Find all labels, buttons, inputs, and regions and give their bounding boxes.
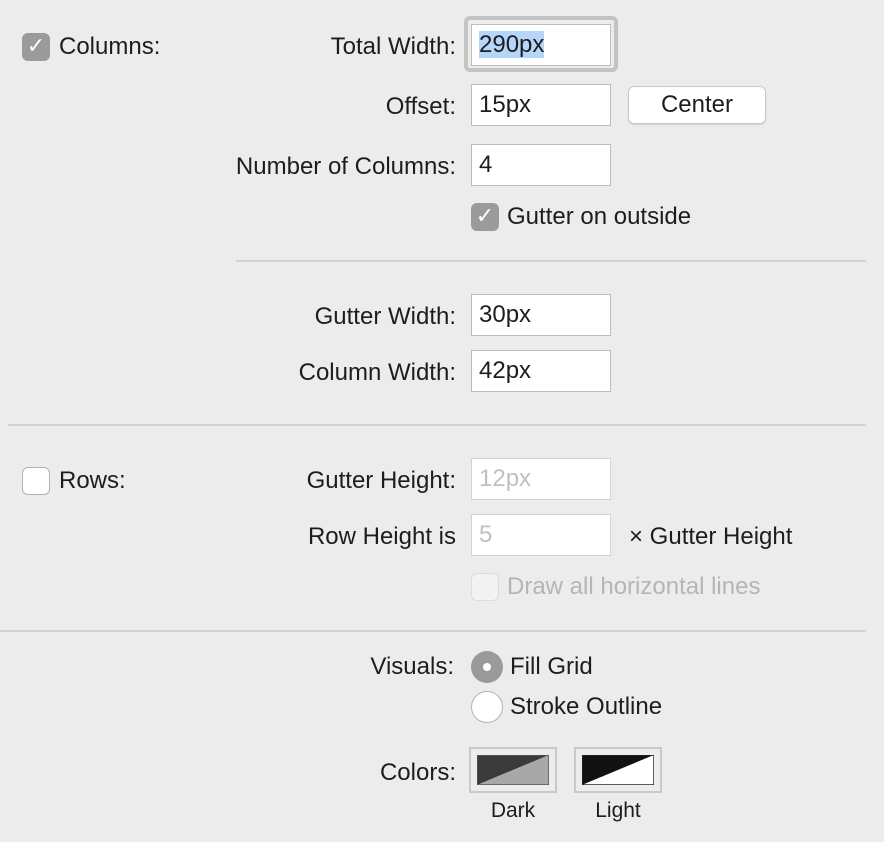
number-of-columns-label: Number of Columns:: [235, 153, 456, 180]
columns-checkbox[interactable]: ✓: [22, 33, 50, 61]
center-button[interactable]: Center: [628, 86, 766, 124]
dark-swatch-graphic: [477, 755, 549, 785]
dark-swatch-caption: Dark: [490, 799, 536, 822]
light-swatch-graphic: [582, 755, 654, 785]
column-width-field[interactable]: 42px: [471, 350, 611, 392]
light-color-swatch[interactable]: [574, 747, 662, 793]
row-height-field[interactable]: 5: [471, 514, 611, 556]
draw-horizontal-lines-checkbox[interactable]: [471, 573, 499, 601]
gutter-width-field[interactable]: 30px: [471, 294, 611, 336]
column-width-label: Column Width:: [298, 359, 456, 386]
offset-label: Offset:: [385, 93, 456, 120]
columns-rows-separator: [8, 424, 866, 426]
gutter-outside-label: Gutter on outside: [507, 203, 692, 230]
rows-visuals-separator: [0, 630, 866, 632]
draw-horizontal-lines-label: Draw all horizontal lines: [507, 573, 761, 600]
rows-label: Rows:: [59, 467, 126, 494]
fill-grid-radio[interactable]: [471, 651, 503, 683]
total-width-field[interactable]: 290px: [471, 24, 611, 66]
light-swatch-caption: Light: [595, 799, 641, 822]
gutter-height-field[interactable]: 12px: [471, 458, 611, 500]
offset-field[interactable]: 15px: [471, 84, 611, 126]
total-width-selected-text: 290px: [479, 31, 545, 58]
columns-label: Columns:: [59, 33, 161, 60]
row-height-suffix: × Gutter Height: [629, 523, 793, 550]
number-of-columns-field[interactable]: 4: [471, 144, 611, 186]
total-width-label: Total Width:: [330, 33, 456, 60]
gutter-width-label: Gutter Width:: [314, 303, 456, 330]
layout-settings-panel: ✓ Columns: Total Width: 290px Offset: 15…: [0, 0, 884, 842]
visuals-label: Visuals:: [370, 653, 454, 680]
stroke-outline-label: Stroke Outline: [510, 693, 663, 720]
rows-checkbox[interactable]: [22, 467, 50, 495]
gutter-height-label: Gutter Height:: [306, 467, 456, 494]
gutter-outside-checkbox[interactable]: ✓: [471, 203, 499, 231]
columns-inner-separator: [236, 260, 866, 262]
dark-color-swatch[interactable]: [469, 747, 557, 793]
fill-grid-label: Fill Grid: [510, 653, 593, 680]
colors-label: Colors:: [379, 759, 456, 786]
row-height-label: Row Height is: [307, 523, 456, 550]
stroke-outline-radio[interactable]: [471, 691, 503, 723]
